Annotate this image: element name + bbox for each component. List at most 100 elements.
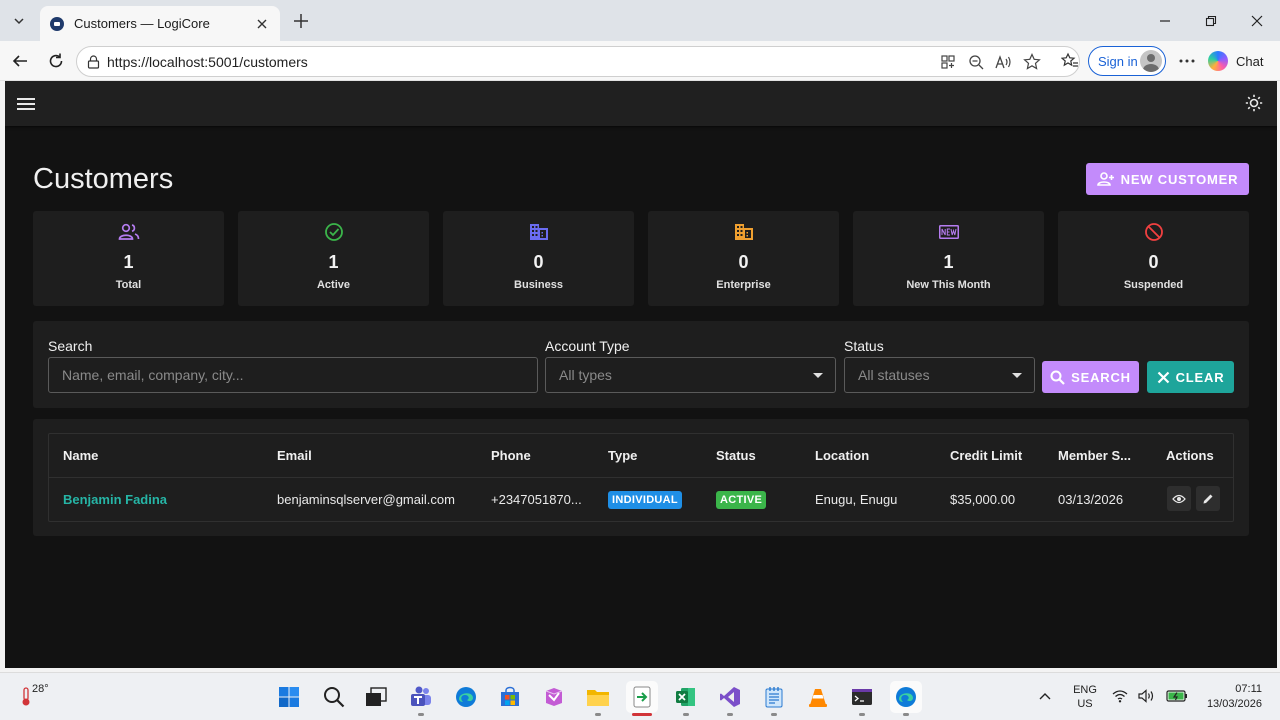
status-select[interactable]: All statuses [844, 357, 1035, 393]
stat-value: 1 [943, 252, 954, 272]
close-icon [257, 19, 267, 28]
more-horizontal-icon [1179, 59, 1195, 63]
dropdown-arrow-icon [813, 373, 823, 378]
column-header-member-since[interactable]: Member S... [1058, 448, 1131, 463]
read-aloud-button[interactable] [993, 51, 1015, 73]
stat-card-new-this-month: 1 New This Month [853, 211, 1044, 306]
column-header-phone[interactable]: Phone [491, 448, 531, 463]
column-header-location[interactable]: Location [815, 448, 869, 463]
tab-close-button[interactable] [254, 16, 270, 32]
excel-icon [676, 688, 695, 706]
read-aloud-icon [995, 55, 1011, 69]
column-header-status[interactable]: Status [716, 448, 756, 463]
favorites-icon [1061, 52, 1078, 67]
refresh-button[interactable] [42, 47, 70, 75]
show-hidden-icons-button[interactable] [1038, 688, 1052, 706]
stat-label: Total [115, 279, 142, 291]
stat-label: Enterprise [716, 279, 771, 291]
start-button[interactable] [273, 681, 305, 713]
column-header-type[interactable]: Type [608, 448, 637, 463]
table-row: Benjamin Fadina benjaminsqlserver@gmail.… [49, 478, 1233, 521]
new-customer-button[interactable]: NEW CUSTOMER [1086, 163, 1249, 195]
copilot-chat-button[interactable]: Chat [1208, 46, 1274, 76]
visual-studio-installer-app[interactable] [538, 681, 570, 713]
view-customer-button[interactable] [1167, 486, 1191, 511]
favorites-button[interactable] [1056, 47, 1084, 75]
temperature: 28° [32, 683, 49, 695]
new-tab-button[interactable] [288, 8, 314, 34]
excel-app[interactable] [670, 681, 702, 716]
stat-label: New This Month [906, 279, 991, 291]
tab-actions-menu-button[interactable] [6, 8, 32, 34]
wifi-icon[interactable] [1112, 689, 1128, 703]
settings-and-more-button[interactable] [1174, 48, 1200, 74]
visual-studio-app[interactable] [714, 681, 746, 716]
edge-app[interactable] [450, 681, 482, 713]
edge-app-active[interactable] [890, 681, 922, 716]
account-type-value: All types [559, 367, 612, 383]
terminal-icon [852, 689, 872, 705]
new-badge-icon [938, 225, 959, 239]
notepad-app[interactable] [758, 681, 790, 716]
status-label: Status [844, 338, 884, 354]
customer-email: benjaminsqlserver@gmail.com [277, 492, 455, 507]
menu-toggle-button[interactable] [17, 93, 39, 115]
battery-charging-icon[interactable] [1166, 689, 1188, 703]
file-explorer-app[interactable] [582, 681, 614, 716]
minimize-window-button[interactable] [1142, 0, 1188, 41]
chat-label: Chat [1236, 53, 1264, 69]
customer-name-link[interactable]: Benjamin Fadina [63, 492, 167, 507]
language-code: ENG [1073, 684, 1097, 696]
clock[interactable]: 07:11 13/03/2026 [1196, 682, 1272, 712]
add-favorite-button[interactable] [1021, 51, 1043, 73]
zoom-button[interactable] [965, 51, 987, 73]
taskbar-search-button[interactable] [318, 681, 350, 713]
microsoft-store-app[interactable] [494, 681, 526, 713]
app-available-button[interactable] [937, 51, 959, 73]
chevron-up-icon [1039, 693, 1051, 700]
type-badge: INDIVIDUAL [608, 491, 682, 509]
tab-title: Customers — LogiCore [74, 16, 210, 31]
address-bar[interactable]: https://localhost:5001/customers [76, 46, 1080, 77]
new-customer-label: NEW CUSTOMER [1120, 171, 1239, 187]
stat-card-active: 1 Active [238, 211, 429, 306]
edit-customer-button[interactable] [1196, 486, 1220, 511]
stat-card-business: 0 Business [443, 211, 634, 306]
column-header-name[interactable]: Name [63, 448, 98, 463]
back-button[interactable] [6, 47, 34, 75]
notepad-icon [765, 687, 783, 708]
stat-value: 1 [328, 252, 339, 272]
logicore-favicon-icon [50, 16, 64, 31]
vlc-app[interactable] [802, 681, 834, 713]
task-view-button[interactable] [360, 681, 392, 713]
command-prompt-app[interactable] [846, 681, 878, 716]
search-button[interactable]: SEARCH [1042, 361, 1139, 393]
folder-icon [587, 690, 609, 706]
column-header-email[interactable]: Email [277, 448, 312, 463]
clear-button[interactable]: CLEAR [1147, 361, 1234, 393]
stat-card-enterprise: 0 Enterprise [648, 211, 839, 306]
column-header-credit-limit[interactable]: Credit Limit [950, 448, 1022, 463]
input-language-indicator[interactable]: ENG US [1068, 683, 1102, 711]
installer-icon [545, 688, 563, 706]
close-window-button[interactable] [1234, 0, 1280, 41]
search-label: Search [48, 338, 93, 354]
speaker-icon[interactable] [1138, 689, 1156, 703]
sign-in-button[interactable]: Sign in [1088, 46, 1166, 76]
browser-tab-customers[interactable]: Customers — LogiCore [40, 6, 280, 41]
restore-window-button[interactable] [1188, 0, 1234, 41]
stat-value: 0 [1148, 252, 1159, 272]
lock-icon [87, 55, 100, 69]
terminal-app-active[interactable] [626, 681, 658, 716]
customers-table-card: Name Email Phone Type Status Location Cr… [33, 419, 1249, 536]
vlc-cone-icon [809, 689, 827, 707]
edge-icon [456, 687, 476, 707]
app-bar [5, 81, 1277, 126]
sun-icon [1245, 94, 1263, 112]
account-type-select[interactable]: All types [545, 357, 836, 393]
account-type-label: Account Type [545, 338, 630, 354]
search-input[interactable]: Name, email, company, city... [48, 357, 538, 393]
teams-app[interactable] [405, 681, 437, 716]
weather-widget[interactable]: 28° [20, 683, 60, 711]
theme-toggle-button[interactable] [1243, 92, 1265, 114]
